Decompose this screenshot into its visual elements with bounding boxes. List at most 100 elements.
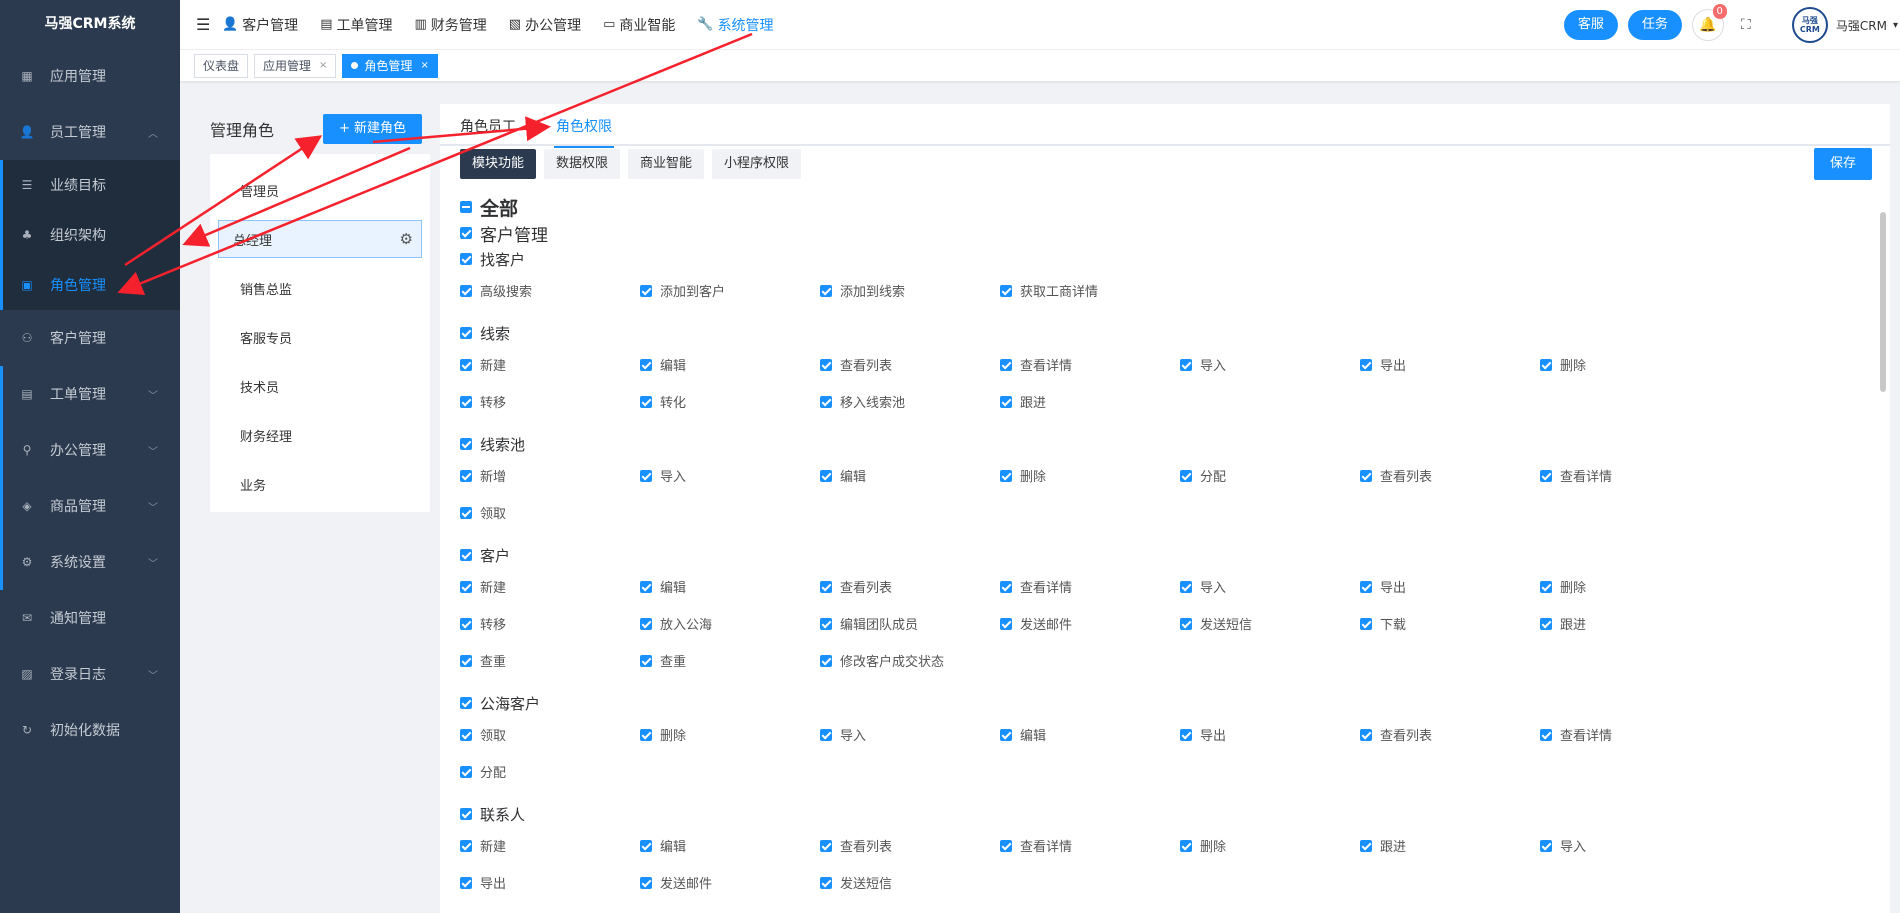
- permission-item[interactable]: 添加到线索: [820, 272, 1000, 309]
- sidebar-item[interactable]: ▦ 应用管理: [0, 48, 180, 104]
- sidebar-subitem[interactable]: ☰ 业绩目标: [0, 160, 180, 210]
- save-button[interactable]: 保存: [1813, 148, 1872, 180]
- permission-item[interactable]: 获取工商详情: [1000, 272, 1180, 309]
- role-item[interactable]: 总经理 ⚙: [218, 220, 422, 258]
- permission-item[interactable]: 导入: [640, 457, 820, 494]
- permission-checkbox[interactable]: [460, 469, 472, 482]
- permission-item[interactable]: 导出: [1360, 568, 1540, 605]
- sidebar-subitem[interactable]: ♣ 组织架构: [0, 210, 180, 260]
- permission-item[interactable]: 导入: [1180, 346, 1360, 383]
- permission-checkbox[interactable]: [1180, 617, 1192, 630]
- topnav-item[interactable]: 👤 客户管理: [222, 15, 298, 35]
- permission-checkbox[interactable]: [640, 469, 652, 482]
- permission-item[interactable]: 发送邮件: [1000, 605, 1180, 642]
- permission-checkbox[interactable]: [820, 284, 832, 297]
- permission-item[interactable]: 导入: [1540, 827, 1720, 864]
- permission-group-title[interactable]: 公海客户: [460, 690, 1880, 716]
- permission-group-title[interactable]: 找客户: [460, 246, 1880, 272]
- permission-checkbox[interactable]: [460, 728, 472, 741]
- user-caret-icon[interactable]: ▾: [1893, 20, 1898, 31]
- task-button[interactable]: 任务: [1627, 10, 1682, 40]
- permission-checkbox[interactable]: [820, 395, 832, 408]
- sidebar-item[interactable]: ✉ 通知管理: [0, 590, 180, 646]
- permission-checkbox[interactable]: [1000, 395, 1012, 408]
- username[interactable]: 马强CRM: [1836, 17, 1887, 34]
- role-item[interactable]: 客服专员: [218, 313, 422, 362]
- permission-checkbox[interactable]: [1360, 728, 1372, 741]
- select-all-checkbox[interactable]: [460, 201, 472, 213]
- permission-item[interactable]: 转化: [640, 383, 820, 420]
- avatar[interactable]: 马强 CRM: [1791, 7, 1828, 43]
- permission-checkbox[interactable]: [640, 839, 652, 852]
- permission-item[interactable]: 转移: [460, 605, 640, 642]
- topnav-item[interactable]: ▧ 办公管理: [509, 15, 581, 35]
- permission-item[interactable]: 删除: [1540, 346, 1720, 383]
- menu-toggle-icon[interactable]: ☰: [196, 15, 212, 34]
- topnav-item[interactable]: ▭ 商业智能: [603, 15, 675, 35]
- new-role-button[interactable]: + 新建角色: [322, 114, 422, 144]
- gear-icon[interactable]: ⚙: [400, 230, 413, 248]
- permission-group-title[interactable]: 联系人: [460, 801, 1880, 827]
- permission-item[interactable]: 放入公海: [640, 605, 820, 642]
- permission-item[interactable]: 新增: [460, 457, 640, 494]
- permission-checkbox[interactable]: [1000, 469, 1012, 482]
- sidebar-subitem[interactable]: ▣ 角色管理: [0, 260, 180, 310]
- permission-item[interactable]: 查看详情: [1000, 827, 1180, 864]
- sidebar-item[interactable]: ◈ 商品管理 ﹀: [0, 478, 180, 534]
- permission-checkbox[interactable]: [1000, 617, 1012, 630]
- permission-item[interactable]: 查看列表: [820, 568, 1000, 605]
- permission-item[interactable]: 导出: [460, 864, 640, 901]
- permission-checkbox[interactable]: [1000, 284, 1012, 297]
- permission-checkbox[interactable]: [1180, 469, 1192, 482]
- permission-item[interactable]: 发送短信: [820, 864, 1000, 901]
- group-checkbox[interactable]: [460, 697, 472, 709]
- permission-checkbox[interactable]: [640, 617, 652, 630]
- permission-item[interactable]: 发送短信: [1180, 605, 1360, 642]
- permission-group-title[interactable]: 线索池: [460, 431, 1880, 457]
- group-checkbox[interactable]: [460, 549, 472, 561]
- permission-checkbox[interactable]: [820, 876, 832, 889]
- permission-item[interactable]: 新建: [460, 827, 640, 864]
- permission-item[interactable]: 删除: [1180, 827, 1360, 864]
- permission-item[interactable]: 查重: [640, 642, 820, 679]
- permission-checkbox[interactable]: [820, 728, 832, 741]
- permission-checkbox[interactable]: [640, 395, 652, 408]
- sidebar-item[interactable]: 👤 员工管理 ︿: [0, 104, 180, 160]
- permission-checkbox[interactable]: [640, 580, 652, 593]
- permission-checkbox[interactable]: [820, 839, 832, 852]
- permission-checkbox[interactable]: [640, 284, 652, 297]
- permission-checkbox[interactable]: [820, 358, 832, 371]
- permission-item[interactable]: 编辑: [640, 568, 820, 605]
- permission-checkbox[interactable]: [1000, 358, 1012, 371]
- permission-checkbox[interactable]: [1360, 839, 1372, 852]
- permission-checkbox[interactable]: [460, 839, 472, 852]
- permission-group-title[interactable]: 线索: [460, 320, 1880, 346]
- role-item[interactable]: 财务经理: [218, 411, 422, 460]
- permission-item[interactable]: 新建: [460, 568, 640, 605]
- permission-checkbox[interactable]: [460, 580, 472, 593]
- page-tab[interactable]: 应用管理 ×: [254, 53, 337, 78]
- permission-checkbox[interactable]: [460, 395, 472, 408]
- permission-checkbox[interactable]: [460, 765, 472, 778]
- permission-checkbox[interactable]: [460, 654, 472, 667]
- select-all-row[interactable]: 全部: [460, 194, 1880, 220]
- permission-checkbox[interactable]: [460, 617, 472, 630]
- permission-checkbox[interactable]: [460, 876, 472, 889]
- permission-checkbox[interactable]: [460, 506, 472, 519]
- service-button[interactable]: 客服: [1563, 10, 1618, 40]
- subtab[interactable]: 小程序权限: [712, 149, 802, 179]
- page-tab[interactable]: 角色管理 ×: [342, 53, 438, 78]
- group-checkbox[interactable]: [460, 253, 472, 265]
- group-checkbox[interactable]: [460, 327, 472, 339]
- group-checkbox[interactable]: [460, 438, 472, 450]
- tab-role-staff[interactable]: 角色员工: [460, 116, 516, 136]
- permission-checkbox[interactable]: [1540, 358, 1552, 371]
- permission-checkbox[interactable]: [1360, 580, 1372, 593]
- permission-checkbox[interactable]: [1000, 839, 1012, 852]
- permission-checkbox[interactable]: [640, 876, 652, 889]
- subtab[interactable]: 商业智能: [628, 149, 705, 179]
- permission-checkbox[interactable]: [1180, 358, 1192, 371]
- sidebar-item[interactable]: ▨ 登录日志 ﹀: [0, 646, 180, 702]
- role-item[interactable]: 技术员: [218, 362, 422, 411]
- close-icon[interactable]: ×: [420, 55, 428, 77]
